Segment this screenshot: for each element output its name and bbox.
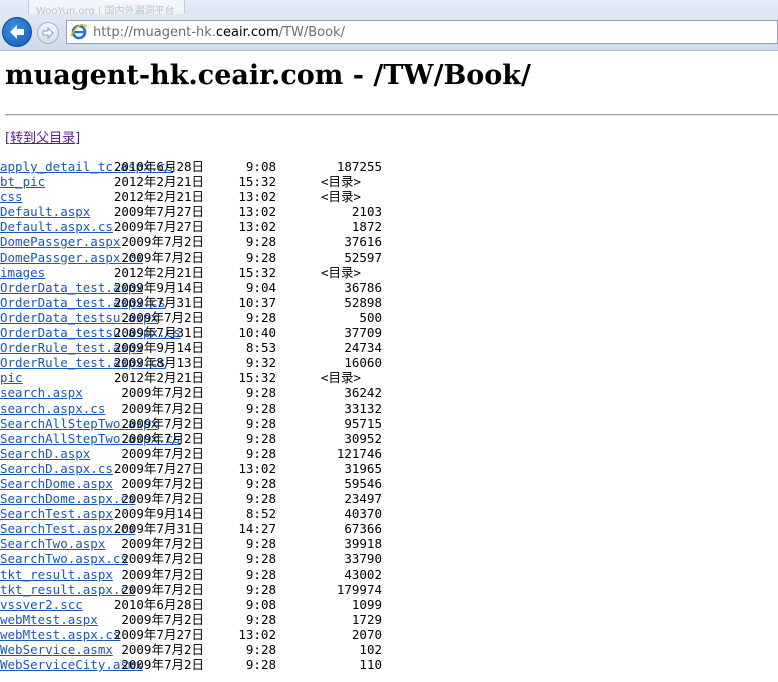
listing-row: 2012年2月21日 13:02 <目录> css: [0, 189, 778, 204]
entry-size: 39918: [344, 536, 382, 552]
listing-row: 2010年6月28日 9:08 1099 vssver2.scc: [0, 597, 778, 612]
listing-row: 2012年2月21日 15:32 <目录> images: [0, 265, 778, 280]
listing-row: 2009年8月13日 9:32 16060 OrderRule_test.aspx.c…: [0, 355, 778, 370]
entry-size: 36786: [344, 279, 382, 295]
back-button[interactable]: [2, 17, 32, 47]
ie-page-icon: [69, 23, 89, 41]
parent-directory-link[interactable]: [转到父目录]: [5, 127, 80, 146]
entry-size: 30952: [344, 430, 382, 446]
listing-row: 2009年7月27日 13:02 31965 SearchD.aspx.cs: [0, 461, 778, 476]
listing-row: 2009年7月2日 9:28 179974 tkt_result.aspx.cs: [0, 582, 778, 597]
listing-row: 2009年7月2日 9:28 33790 SearchTwo.aspx.cs: [0, 551, 778, 566]
arrow-left-icon: [10, 25, 24, 39]
browser-toolbar: http://muagent-hk.ceair.com/TW/Book/: [0, 14, 778, 51]
entry-size: 187255: [336, 159, 382, 174]
entry-size: 37709: [344, 325, 382, 341]
horizontal-rule: [5, 114, 778, 116]
directory-marker: <目录>: [320, 370, 361, 386]
entry-size: 102: [359, 642, 382, 657]
url-host: ceair.com: [215, 24, 279, 40]
entry-size: 33132: [344, 400, 382, 416]
listing-row: 2009年7月2日 9:28 102 WebService.asmx: [0, 642, 778, 657]
listing-row: 2009年7月27日 13:02 1872 Default.aspx.cs: [0, 219, 778, 234]
directory-marker: <目录>: [320, 264, 361, 280]
entry-size: 31965: [344, 460, 382, 476]
entry-size: 59546: [344, 475, 382, 491]
listing-row: 2009年7月2日 9:28 95715 SearchAllStepTwo.aspx: [0, 416, 778, 431]
entry-size: 121746: [336, 445, 382, 461]
listing-row: 2012年2月21日 15:32 <目录> bt_pic: [0, 174, 778, 189]
listing-row: 2009年7月2日 9:28 23497 SearchDome.aspx.cs: [0, 491, 778, 506]
listing-row: 2009年7月2日 9:28 110 WebServiceCity.asmx: [0, 657, 778, 672]
entry-size: 1872: [351, 219, 382, 235]
url-prefix: http://muagent-hk.: [93, 24, 216, 40]
listing-row: 2009年9月14日 9:04 36786 OrderData_test.aspx: [0, 280, 778, 295]
entry-size: 24734: [344, 340, 382, 356]
entry-size: 500: [359, 309, 382, 325]
entry-size: 37616: [344, 234, 382, 250]
entry-size: 1729: [351, 611, 382, 627]
entry-size: 2103: [351, 204, 382, 220]
entry-size: 36242: [344, 385, 382, 401]
listing-row: 2009年7月2日 9:28 37616 DomePassger.aspx: [0, 234, 778, 249]
listing-row: 2009年7月2日 9:28 33132 search.aspx.cs: [0, 401, 778, 416]
listing-row: 2012年2月21日 15:32 <目录> pic: [0, 370, 778, 385]
entry-size: 179974: [336, 581, 382, 597]
listing-row: 2009年7月2日 9:28 36242 search.aspx: [0, 385, 778, 400]
entry-size: 110: [359, 657, 382, 673]
address-bar[interactable]: http://muagent-hk.ceair.com/TW/Book/: [66, 20, 778, 44]
address-url[interactable]: http://muagent-hk.ceair.com/TW/Book/: [93, 25, 345, 40]
directory-marker: <目录>: [320, 189, 361, 205]
entry-size: 33790: [344, 551, 382, 567]
listing-row: 2009年7月27日 13:02 2103 Default.aspx: [0, 204, 778, 219]
listing-row: 2009年7月2日 9:28 59546 SearchDome.aspx: [0, 476, 778, 491]
listing-row: 2009年7月2日 9:28 52597 DomePassger.aspx.cs: [0, 250, 778, 265]
directory-marker: <目录>: [320, 174, 361, 190]
listing-row: 2009年7月2日 9:28 1729 webMtest.aspx: [0, 612, 778, 627]
listing-row: 2009年7月27日 13:02 2070 webMtest.aspx.cs: [0, 627, 778, 642]
arrow-right-icon: [42, 27, 54, 39]
listing-row: 2010年6月28日 9:08 187255 apply_detail_tc.aspx…: [0, 159, 778, 174]
entry-size: 43002: [344, 566, 382, 582]
directory-listing: 2010年6月28日 9:08 187255 apply_detail_tc.aspx…: [0, 159, 778, 672]
listing-row: 2009年9月14日 8:53 24734 OrderRule_test.aspx: [0, 340, 778, 355]
entry-size: 52597: [344, 249, 382, 265]
listing-row: 2009年7月2日 9:28 43002 tkt_result.aspx: [0, 567, 778, 582]
entry-size: 1099: [351, 596, 382, 612]
entry-size: 23497: [344, 491, 382, 507]
entry-size: 67366: [344, 521, 382, 537]
listing-row: 2009年7月31日 10:40 37709 OrderData_testsu.asp…: [0, 325, 778, 340]
listing-row: 2009年7月31日 14:27 67366 SearchTest.aspx.cs: [0, 521, 778, 536]
entry-size: 40370: [344, 506, 382, 522]
entry-size: 52898: [344, 294, 382, 310]
listing-row: 2009年7月2日 9:28 500 OrderData_testsu.aspx: [0, 310, 778, 325]
entry-size: 2070: [351, 626, 382, 642]
entry-size: 16060: [344, 355, 382, 371]
listing-row: 2009年9月14日 8:52 40370 SearchTest.aspx: [0, 506, 778, 521]
url-suffix: /TW/Book/: [278, 24, 345, 40]
listing-row: 2009年7月2日 9:28 39918 SearchTwo.aspx: [0, 536, 778, 551]
listing-row: 2009年7月2日 9:28 121746 SearchD.aspx: [0, 446, 778, 461]
entry-size: 95715: [344, 415, 382, 431]
page-title: muagent-hk.ceair.com - /TW/Book/: [5, 60, 531, 91]
listing-row: 2009年7月31日 10:37 52898 OrderData_test.aspx.…: [0, 295, 778, 310]
forward-button[interactable]: [37, 22, 59, 44]
listing-row: 2009年7月2日 9:28 30952 SearchAllStepTwo.aspx.…: [0, 431, 778, 446]
